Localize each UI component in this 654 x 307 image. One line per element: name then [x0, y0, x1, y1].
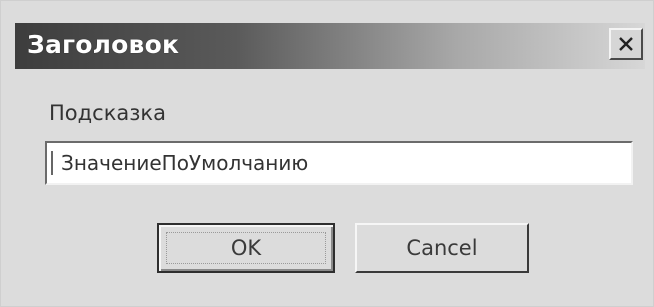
value-input[interactable]: ЗначениеПоУмолчанию — [45, 141, 633, 185]
window-title: Заголовок — [27, 30, 180, 59]
ok-button-label: OK — [230, 236, 262, 260]
ok-button[interactable]: OK — [157, 223, 335, 273]
close-button[interactable] — [609, 28, 643, 60]
prompt-label: Подсказка — [49, 101, 166, 125]
input-dialog: Заголовок Подсказка ЗначениеПоУмолчанию … — [0, 0, 654, 307]
title-bar[interactable]: Заголовок — [15, 23, 645, 69]
text-caret — [51, 151, 53, 175]
input-value-text: ЗначениеПоУмолчанию — [61, 151, 309, 175]
cancel-button-label: Cancel — [406, 236, 478, 260]
close-icon — [619, 37, 633, 51]
cancel-button[interactable]: Cancel — [355, 223, 529, 273]
